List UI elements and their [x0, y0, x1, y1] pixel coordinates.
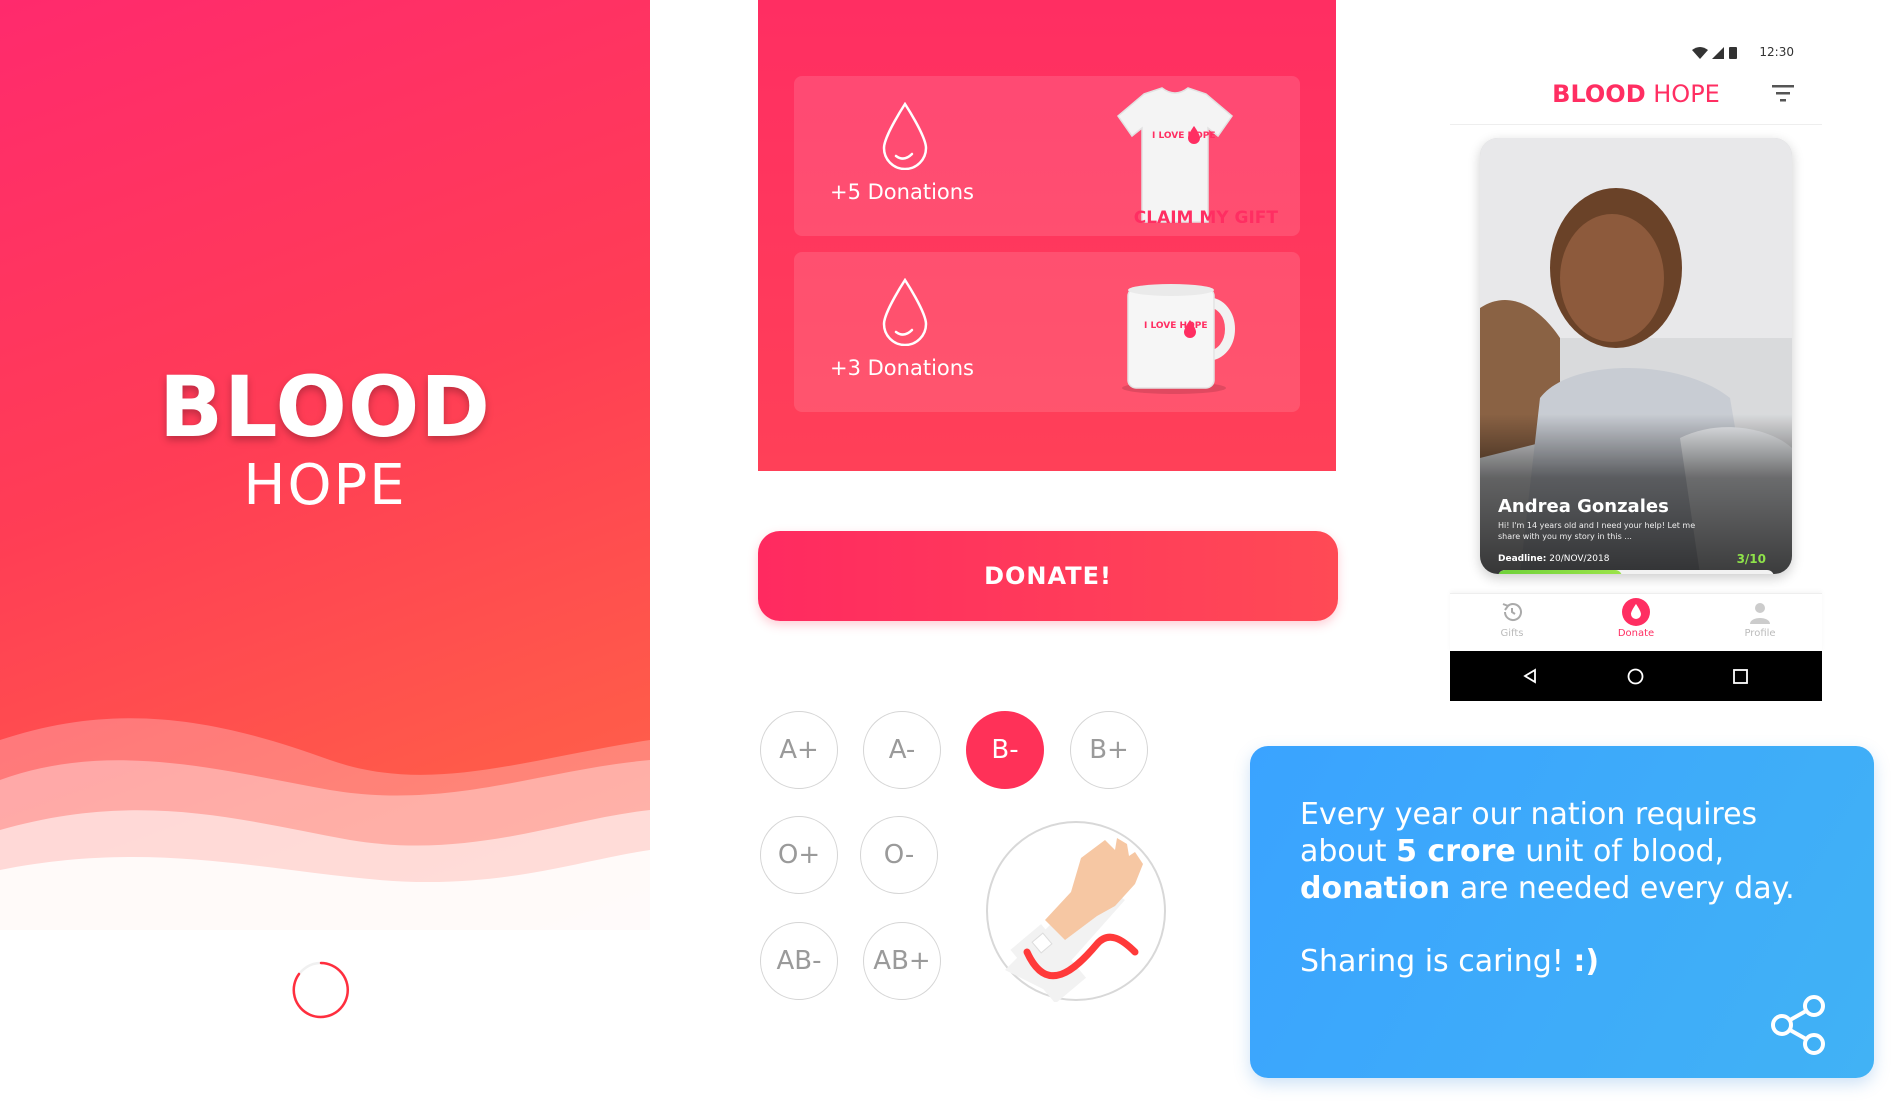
status-bar: 12:30 [1450, 30, 1822, 64]
nav-label-profile: Profile [1744, 628, 1776, 639]
app-title: BLOOD HOPE [1450, 80, 1822, 108]
share-tag-text: Sharing is caring! [1300, 944, 1574, 979]
blood-drop-outline-icon [882, 102, 928, 170]
donate-button[interactable]: DONATE! [758, 531, 1338, 621]
blood-type-a-pos[interactable]: A+ [760, 711, 838, 789]
nav-label-donate: Donate [1617, 628, 1655, 639]
progress-label: 3/10 [1736, 552, 1766, 566]
patient-name: Andrea Gonzales [1498, 496, 1669, 517]
blood-donation-illustration [986, 821, 1166, 1002]
blood-type-a-neg[interactable]: A- [863, 711, 941, 789]
phone-mockup: 12:30 BLOOD HOPE Andrea Gonzales Hi! I'm… [1450, 30, 1822, 702]
splash-title: BLOOD [158, 358, 492, 456]
system-navigation-bar [1450, 651, 1822, 701]
share-line-2c: unit of blood, [1515, 834, 1725, 869]
splash-subtitle: HOPE [243, 453, 407, 518]
mug-image: I LOVE HOPE [1122, 284, 1235, 394]
signal-icon [1712, 47, 1724, 59]
gift-donation-count: +5 Donations [830, 180, 974, 204]
nav-item-gifts[interactable]: Gifts [1450, 594, 1574, 652]
nav-label-gifts: Gifts [1500, 628, 1524, 639]
bottom-navigation: Gifts Donate Profile [1450, 593, 1822, 652]
deadline-label: Deadline: [1498, 554, 1547, 564]
blood-drop-icon [1622, 598, 1650, 626]
share-line-1: Every year our nation requires [1300, 797, 1758, 832]
share-line-3a: donation [1300, 871, 1451, 906]
nav-item-profile[interactable]: Profile [1698, 594, 1822, 652]
story-overlay [1480, 414, 1792, 574]
mug-print-text: I LOVE HOPE [1144, 321, 1207, 331]
history-icon [1502, 603, 1522, 621]
tshirt-print-text: I LOVE HOPE [1152, 131, 1215, 141]
gifts-panel: +5 Donations I LOVE HOPE CLAIM MY GIFT +… [758, 0, 1336, 471]
gift-donation-count: +3 Donations [830, 356, 974, 380]
recents-icon[interactable] [1733, 669, 1748, 684]
claim-gift-link[interactable]: CLAIM MY GIFT [1134, 208, 1278, 228]
app-title-bold: BLOOD [1552, 80, 1646, 108]
battery-icon [1729, 47, 1737, 59]
share-tagline: Sharing is caring! :) [1300, 944, 1599, 979]
filter-icon[interactable] [1772, 84, 1794, 102]
share-icon[interactable] [1770, 994, 1828, 1056]
app-title-light: HOPE [1645, 80, 1720, 108]
splash-screen: BLOOD HOPE [0, 0, 650, 1106]
progress-bar [1498, 570, 1774, 574]
share-tag-smile: :) [1573, 944, 1600, 979]
back-icon[interactable] [1522, 668, 1538, 684]
blood-type-o-neg[interactable]: O- [860, 816, 938, 894]
deadline-value: 20/NOV/2018 [1546, 554, 1610, 564]
story-card[interactable]: Andrea Gonzales Hi! I'm 14 years old and… [1480, 138, 1792, 574]
wave-decoration [0, 718, 650, 1106]
share-card: Every year our nation requires about 5 c… [1250, 746, 1874, 1078]
nav-item-donate[interactable]: Donate [1574, 594, 1698, 652]
blood-type-ab-neg[interactable]: AB- [760, 922, 838, 1000]
blood-type-o-pos[interactable]: O+ [760, 816, 838, 894]
wifi-icon [1692, 47, 1708, 59]
share-message: Every year our nation requires about 5 c… [1300, 796, 1840, 907]
share-line-3b: are needed every day. [1450, 871, 1795, 906]
share-line-2a: about [1300, 834, 1397, 869]
blood-type-ab-pos[interactable]: AB+ [863, 922, 941, 1000]
status-time: 12:30 [1759, 45, 1794, 59]
blood-type-b-neg[interactable]: B- [966, 711, 1044, 789]
tshirt-image: I LOVE HOPE [1116, 87, 1234, 223]
blood-type-b-pos[interactable]: B+ [1070, 711, 1148, 789]
gift-card-tshirt[interactable]: +5 Donations I LOVE HOPE CLAIM MY GIFT [794, 76, 1300, 236]
loading-spinner-icon [292, 961, 350, 1019]
blood-drop-outline-icon [882, 278, 928, 346]
home-icon[interactable] [1627, 668, 1644, 685]
person-icon [1750, 603, 1770, 624]
share-line-2b: 5 crore [1396, 834, 1516, 869]
gift-card-mug[interactable]: +3 Donations I LOVE HOPE [794, 252, 1300, 412]
progress-bar-fill [1498, 570, 1623, 574]
patient-story-text: Hi! I'm 14 years old and I need your hel… [1498, 521, 1696, 541]
status-icons [1692, 47, 1737, 59]
deadline-text: Deadline: 20/NOV/2018 [1498, 554, 1609, 564]
